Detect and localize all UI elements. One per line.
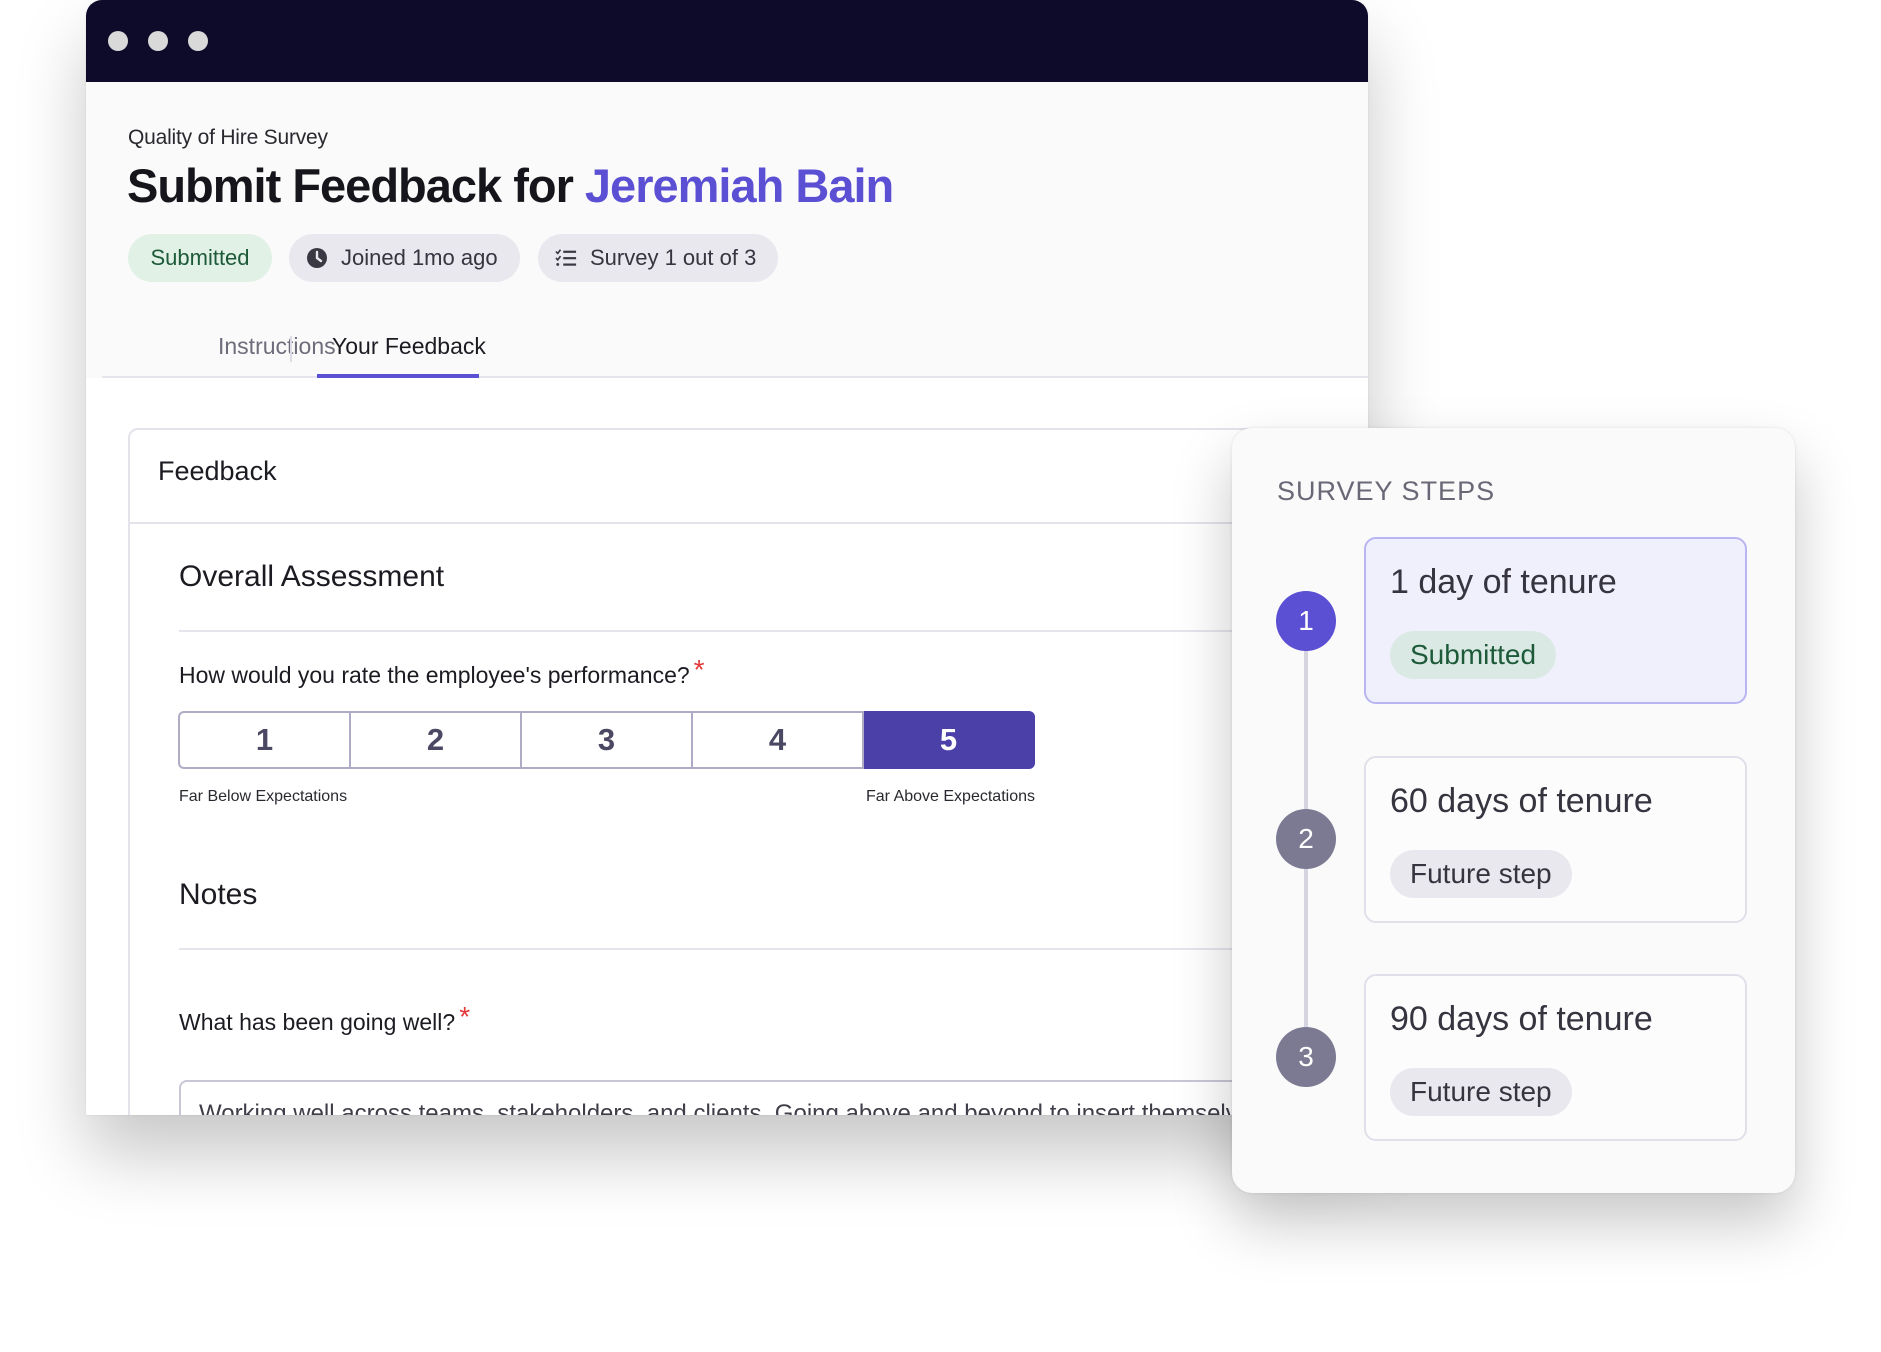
rating-option-2[interactable]: 2 — [351, 711, 522, 769]
window-titlebar — [86, 0, 1368, 82]
rating-scale: 1 2 3 4 5 — [178, 711, 1035, 769]
rating-high-label: Far Above Expectations — [866, 788, 1035, 805]
page-title-prefix: Submit Feedback for — [127, 159, 574, 212]
step-card-1[interactable]: 1 day of tenure Submitted — [1364, 537, 1747, 704]
joined-badge: Joined 1mo ago — [289, 234, 520, 282]
tab-bar: Instructions Your Feedback — [102, 320, 1368, 378]
window-close-button[interactable] — [108, 31, 128, 51]
survey-progress-badge: Survey 1 out of 3 — [538, 234, 778, 282]
rating-option-1[interactable]: 1 — [178, 711, 351, 769]
step-status-badge: Future step — [1390, 1068, 1572, 1116]
rating-option-5[interactable]: 5 — [864, 711, 1035, 769]
overall-assessment-heading: Overall Assessment — [179, 560, 445, 593]
step-label: 90 days of tenure — [1390, 1000, 1653, 1038]
feedback-card-title: Feedback — [158, 456, 277, 486]
step-status-badge: Submitted — [1390, 631, 1557, 679]
step-number-2: 2 — [1276, 809, 1336, 869]
step-label: 60 days of tenure — [1390, 782, 1653, 820]
section-divider — [179, 948, 1368, 950]
section-divider — [179, 630, 1368, 632]
rating-question: How would you rate the employee's perfor… — [179, 654, 705, 690]
status-badge: Submitted — [128, 234, 272, 282]
rating-low-label: Far Below Expectations — [179, 788, 348, 805]
step-status-badge: Future step — [1390, 850, 1572, 898]
rating-option-3[interactable]: 3 — [522, 711, 693, 769]
content-area: Feedback Overall Assessment How would yo… — [86, 378, 1368, 1115]
notes-question: What has been going well? * — [179, 1001, 470, 1037]
window-minimize-button[interactable] — [148, 31, 168, 51]
feedback-card: Feedback Overall Assessment How would yo… — [128, 428, 1368, 1115]
going-well-textarea[interactable]: Working well across teams, stakeholders,… — [179, 1080, 1368, 1115]
step-number-3: 3 — [1276, 1027, 1336, 1087]
step-card-3[interactable]: 90 days of tenure Future step — [1364, 974, 1747, 1141]
step-card-2[interactable]: 60 days of tenure Future step — [1364, 756, 1747, 923]
clock-icon — [306, 247, 328, 269]
step-number-1: 1 — [1276, 591, 1336, 651]
notes-question-text: What has been going well? — [179, 1009, 456, 1035]
tab-separator — [290, 336, 292, 362]
survey-progress-label: Survey 1 out of 3 — [590, 245, 757, 270]
window-maximize-button[interactable] — [188, 31, 208, 51]
survey-steps-panel: SURVEY STEPS 1 1 day of tenure Submitted… — [1232, 428, 1795, 1193]
employee-name[interactable]: Jeremiah Bain — [585, 159, 894, 212]
required-asterisk: * — [459, 1001, 471, 1032]
tab-your-feedback[interactable]: Your Feedback — [332, 333, 486, 360]
checklist-icon — [555, 247, 577, 269]
feedback-card-header: Feedback — [130, 430, 1368, 524]
survey-steps-title: SURVEY STEPS — [1277, 476, 1496, 506]
joined-badge-label: Joined 1mo ago — [341, 245, 498, 270]
step-label: 1 day of tenure — [1390, 563, 1617, 601]
tab-instructions[interactable]: Instructions — [218, 333, 336, 360]
rating-question-text: How would you rate the employee's perfor… — [179, 662, 690, 688]
notes-heading: Notes — [179, 878, 258, 911]
required-asterisk: * — [693, 654, 705, 685]
page-title: Submit Feedback for Jeremiah Bain — [127, 158, 894, 213]
status-badge-label: Submitted — [150, 245, 250, 270]
app-window: Quality of Hire Survey Submit Feedback f… — [86, 0, 1368, 1115]
page-subtitle: Quality of Hire Survey — [128, 126, 328, 149]
rating-option-4[interactable]: 4 — [693, 711, 864, 769]
